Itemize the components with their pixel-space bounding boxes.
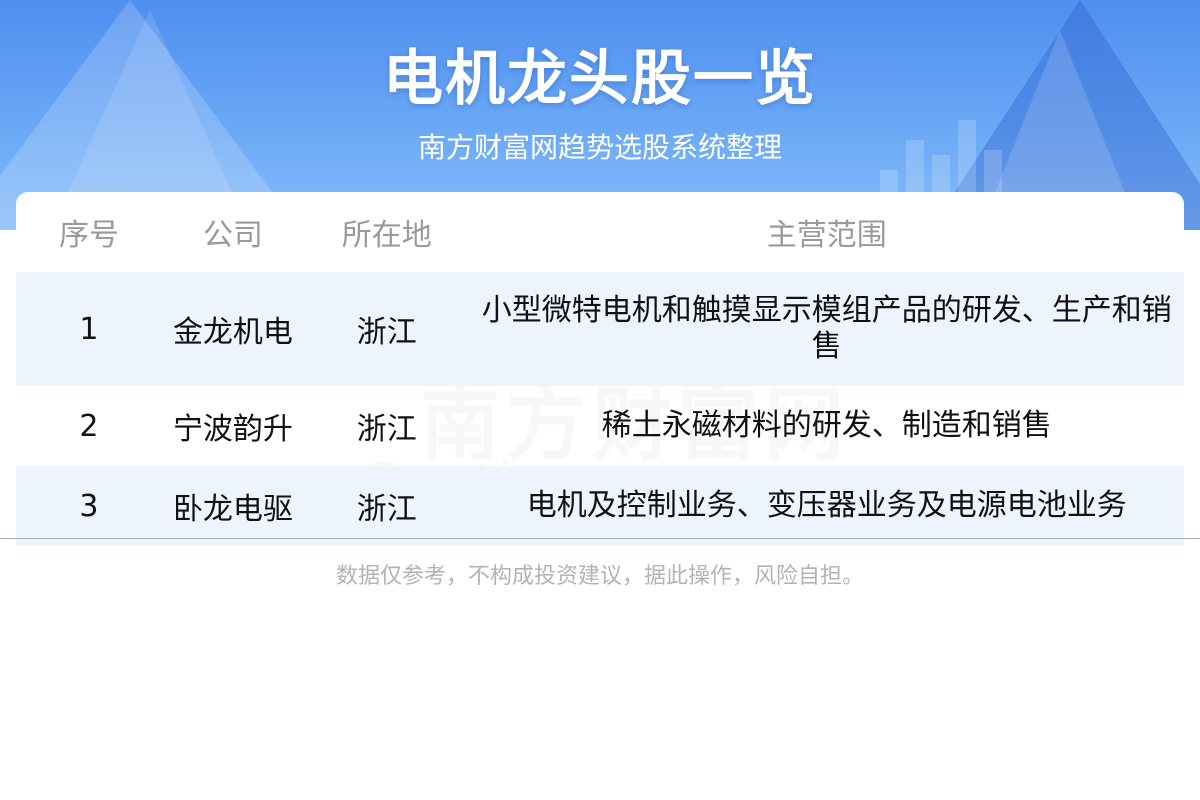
- table-row: 2 宁波韵升 浙江 稀土永磁材料的研发、制造和销售: [16, 386, 1184, 466]
- cell-business: 小型微特电机和触摸显示模组产品的研发、生产和销售: [469, 272, 1184, 386]
- cell-company: 宁波韵升: [161, 386, 304, 466]
- table-row: 3 卧龙电驱 浙江 电机及控制业务、变压器业务及电源电池业务: [16, 466, 1184, 546]
- cell-business: 电机及控制业务、变压器业务及电源电池业务: [469, 466, 1184, 546]
- stock-table: 序号 公司 所在地 主营范围 1 金龙机电 浙江 小型微特电机和触摸显示模组产品…: [16, 192, 1184, 546]
- column-header-company: 公司: [202, 218, 263, 253]
- table-header-row: 序号 公司 所在地 主营范围: [16, 192, 1184, 272]
- disclaimer-text: 数据仅参考，不构成投资建议，据此操作，风险自担。: [335, 564, 864, 589]
- cell-location: 浙江: [303, 466, 470, 546]
- column-header-business: 主营范围: [766, 218, 887, 253]
- column-header-index: 序号: [58, 218, 119, 253]
- cell-location: 浙江: [303, 272, 470, 386]
- table-row: 1 金龙机电 浙江 小型微特电机和触摸显示模组产品的研发、生产和销售: [16, 272, 1184, 386]
- cell-index: 3: [16, 466, 162, 546]
- cell-location: 浙江: [303, 386, 470, 466]
- page-subtitle: 南方财富网趋势选股系统整理: [417, 131, 782, 164]
- cell-company: 卧龙电驱: [161, 466, 304, 546]
- cell-company: 金龙机电: [161, 272, 304, 386]
- table-bottom-border: [0, 538, 1200, 539]
- page-title: 电机龙头股一览: [383, 44, 817, 114]
- cell-index: 2: [16, 386, 162, 466]
- cell-business: 稀土永磁材料的研发、制造和销售: [469, 386, 1184, 466]
- column-header-location: 所在地: [341, 218, 432, 253]
- cell-index: 1: [16, 272, 162, 386]
